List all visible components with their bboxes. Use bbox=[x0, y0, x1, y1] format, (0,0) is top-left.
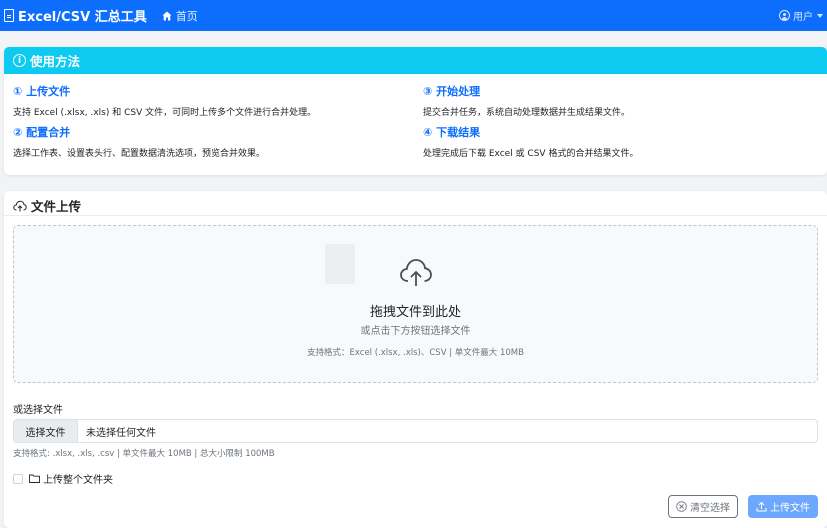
step-config: ② 配置合并 选择工作表、设置表头行、配置数据清洗选项，预览合并效果。 bbox=[13, 124, 265, 159]
cloud-upload-icon bbox=[13, 200, 27, 211]
upload-files-label: 上传文件 bbox=[770, 503, 810, 514]
step-desc: 处理完成后下载 Excel 或 CSV 格式的合并结果文件。 bbox=[423, 149, 639, 159]
brand-link[interactable]: Excel/CSV 汇总工具 bbox=[4, 6, 147, 25]
divider bbox=[4, 215, 827, 216]
brand-title: Excel/CSV 汇总工具 bbox=[18, 10, 147, 25]
file-input-status: 未选择任何文件 bbox=[86, 427, 156, 439]
choose-file-button[interactable]: 选择文件 bbox=[14, 420, 78, 442]
step-upload: ① 上传文件 支持 Excel (.xlsx, .xls) 和 CSV 文件，可… bbox=[13, 83, 316, 118]
dropzone-subtitle: 或点击下方按钮选择文件 bbox=[360, 326, 471, 337]
file-input[interactable]: 选择文件 未选择任何文件 bbox=[13, 419, 818, 443]
upload-title-label: 文件上传 bbox=[31, 199, 82, 214]
clear-selection-label: 清空选择 bbox=[690, 503, 730, 514]
upload-icon bbox=[756, 501, 767, 512]
step-title: ② 配置合并 bbox=[13, 126, 71, 139]
step-desc: 选择工作表、设置表头行、配置数据清洗选项，预览合并效果。 bbox=[13, 149, 266, 159]
file-spreadsheet-icon bbox=[4, 9, 14, 22]
step-process: ③ 开始处理 提交合并任务，系统自动处理数据并生成结果文件。 bbox=[423, 83, 630, 118]
support-formats-text: 支持格式: .xlsx, .xls, .csv | 单文件最大 10MB | 总… bbox=[13, 449, 275, 459]
step-title: ① 上传文件 bbox=[13, 85, 71, 98]
folder-label: 上传整个文件夹 bbox=[43, 475, 113, 486]
x-circle-icon bbox=[676, 501, 687, 512]
upload-card: 文件上传 拖拽文件到此处 或点击下方按钮选择文件 支持格式：Excel (.xl… bbox=[4, 191, 827, 528]
step-title: ④ 下载结果 bbox=[423, 126, 481, 139]
usage-card: i 使用方法 ① 上传文件 支持 Excel (.xlsx, .xls) 和 C… bbox=[4, 47, 827, 175]
info-icon: i bbox=[13, 54, 26, 67]
dropzone[interactable]: 拖拽文件到此处 或点击下方按钮选择文件 支持格式：Excel (.xlsx, .… bbox=[13, 225, 818, 383]
dropzone-title: 拖拽文件到此处 bbox=[369, 305, 461, 320]
upload-files-button[interactable]: 上传文件 bbox=[748, 495, 818, 518]
step-desc: 支持 Excel (.xlsx, .xls) 和 CSV 文件，可同时上传多个文… bbox=[13, 108, 317, 118]
user-label: 用户 bbox=[793, 12, 813, 23]
home-icon bbox=[162, 11, 172, 20]
folder-checkbox[interactable] bbox=[13, 473, 23, 484]
usage-header: i 使用方法 bbox=[4, 47, 827, 74]
step-title: ③ 开始处理 bbox=[423, 85, 481, 98]
step-download: ④ 下载结果 处理完成后下载 Excel 或 CSV 格式的合并结果文件。 bbox=[423, 124, 638, 159]
user-circle-icon bbox=[779, 10, 790, 21]
or-select-label: 或选择文件 bbox=[13, 405, 63, 416]
nav-home-label: 首页 bbox=[175, 9, 198, 23]
clear-selection-button[interactable]: 清空选择 bbox=[668, 495, 738, 518]
upload-title: 文件上传 bbox=[13, 196, 81, 215]
step-desc: 提交合并任务，系统自动处理数据并生成结果文件。 bbox=[423, 108, 631, 118]
caret-down-icon bbox=[817, 13, 823, 18]
cloud-upload-icon bbox=[400, 259, 432, 286]
dropzone-formats: 支持格式：Excel (.xlsx, .xls)、CSV | 单文件最大 10M… bbox=[307, 348, 524, 358]
folder-icon bbox=[29, 474, 40, 483]
user-dropdown[interactable]: 用户 bbox=[779, 8, 823, 23]
usage-title: 使用方法 bbox=[30, 54, 81, 69]
top-navbar: Excel/CSV 汇总工具 首页 用户 bbox=[0, 0, 827, 31]
nav-home-link[interactable]: 首页 bbox=[162, 8, 198, 24]
folder-upload-toggle[interactable]: 上传整个文件夹 bbox=[13, 471, 113, 486]
